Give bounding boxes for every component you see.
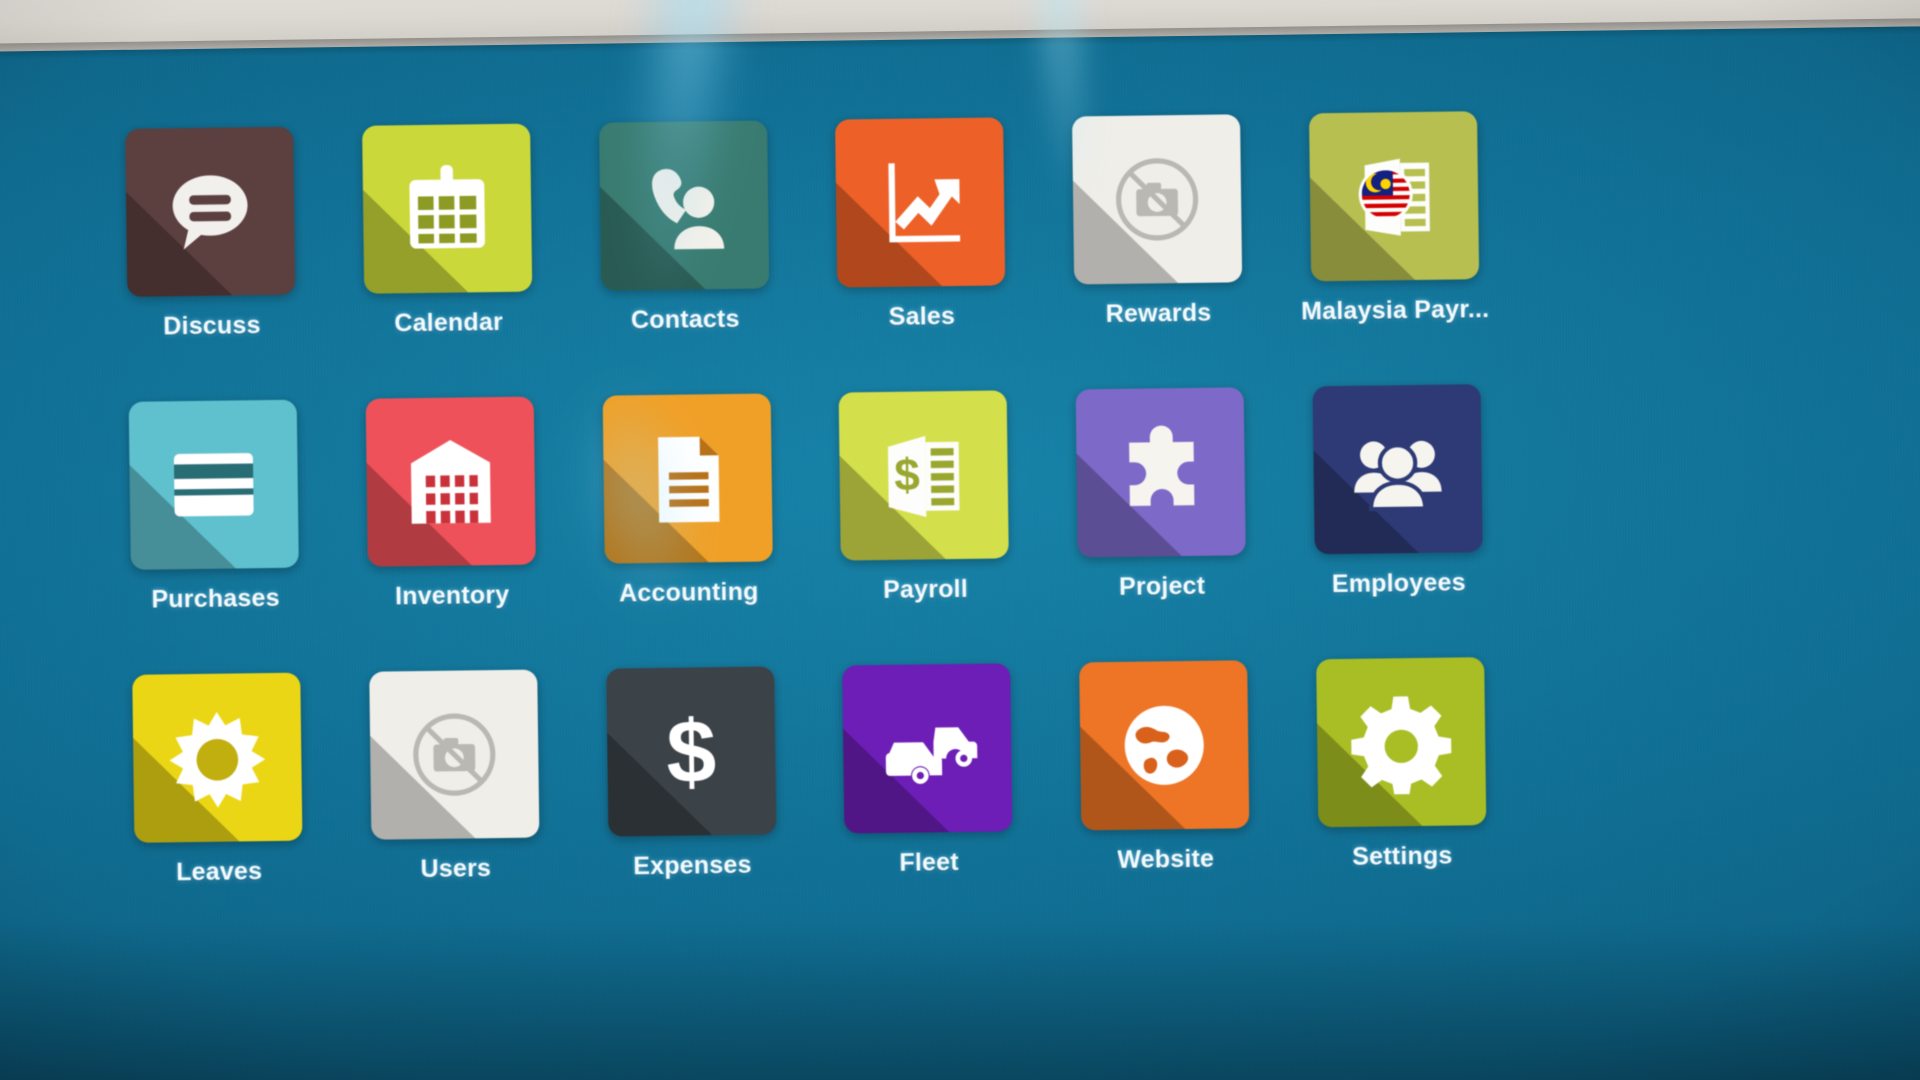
app-label: Sales <box>888 302 956 331</box>
app-tile-website[interactable]: Website <box>1045 660 1284 876</box>
people-group-icon[interactable] <box>1312 384 1483 555</box>
chat-bubble-icon[interactable] <box>125 126 296 297</box>
phone-person-icon[interactable] <box>598 120 769 291</box>
app-tile-inventory[interactable]: Inventory <box>331 396 570 612</box>
app-label: Discuss <box>163 311 261 341</box>
app-label: Inventory <box>394 580 510 611</box>
sun-icon[interactable] <box>132 672 303 843</box>
calendar-icon[interactable] <box>362 123 533 294</box>
app-tile-sales[interactable]: Sales <box>801 117 1040 333</box>
document-lines-icon[interactable] <box>602 393 773 564</box>
app-grid: Discuss Calendar Contacts Sales Rewards … <box>91 111 1521 889</box>
app-label: Employees <box>1331 568 1466 599</box>
app-tile-rewards[interactable]: Rewards <box>1038 114 1277 330</box>
growth-chart-icon[interactable] <box>835 117 1006 288</box>
app-tile-project[interactable]: Project <box>1041 387 1280 603</box>
broken-image-icon[interactable] <box>369 669 540 840</box>
app-tile-fleet[interactable]: Fleet <box>808 663 1047 879</box>
app-tile-accounting[interactable]: Accounting <box>568 393 807 609</box>
app-tile-malaysia-payr[interactable]: Malaysia Payr... <box>1274 111 1513 327</box>
app-label: Fleet <box>899 848 959 877</box>
app-label: Rewards <box>1105 298 1212 329</box>
credit-card-icon[interactable] <box>128 399 300 570</box>
photographed-screen: Discuss Calendar Contacts Sales Rewards … <box>0 0 1920 1080</box>
app-label: Payroll <box>882 574 969 604</box>
app-label: Accounting <box>618 577 759 608</box>
app-tile-users[interactable]: Users <box>335 669 574 885</box>
app-tile-settings[interactable]: Settings <box>1281 657 1520 873</box>
broken-image-icon[interactable] <box>1071 114 1243 285</box>
app-tile-purchases[interactable]: Purchases <box>95 399 334 615</box>
app-tile-calendar[interactable]: Calendar <box>328 123 567 339</box>
app-label: Malaysia Payr... <box>1301 295 1490 326</box>
dollar-sign-icon[interactable]: $ <box>605 666 777 837</box>
svg-text:$: $ <box>894 449 920 500</box>
gear-icon[interactable] <box>1315 657 1486 828</box>
app-tile-discuss[interactable]: Discuss <box>91 126 330 342</box>
app-label: Project <box>1118 571 1206 601</box>
app-label: Leaves <box>175 857 263 887</box>
app-label: Users <box>420 854 492 884</box>
cars-icon[interactable] <box>842 663 1013 834</box>
malaysia-payslip-icon[interactable] <box>1308 111 1479 282</box>
warehouse-icon[interactable] <box>365 396 536 567</box>
app-label: Purchases <box>151 583 280 614</box>
payslip-dollar-icon[interactable]: $ <box>838 390 1010 561</box>
app-label: Settings <box>1352 841 1453 871</box>
app-tile-expenses[interactable]: $ Expenses <box>572 666 811 882</box>
puzzle-piece-icon[interactable] <box>1075 387 1246 558</box>
globe-icon[interactable] <box>1079 660 1250 831</box>
app-label: Calendar <box>394 307 504 338</box>
app-tile-leaves[interactable]: Leaves <box>98 672 337 888</box>
app-tile-payroll[interactable]: $ Payroll <box>805 390 1044 606</box>
app-label: Website <box>1117 844 1215 874</box>
app-tile-contacts[interactable]: Contacts <box>564 120 803 336</box>
app-label: Contacts <box>630 304 740 335</box>
app-tile-employees[interactable]: Employees <box>1278 384 1517 600</box>
svg-text:$: $ <box>665 701 716 802</box>
app-label: Expenses <box>633 850 752 881</box>
